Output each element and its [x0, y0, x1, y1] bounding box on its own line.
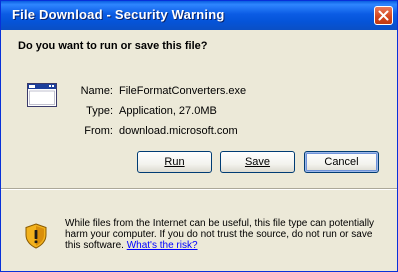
security-warning-text: While files from the Internet can be use…	[65, 218, 389, 251]
save-button[interactable]: Save	[220, 151, 295, 173]
section-divider	[1, 188, 397, 190]
warning-message: While files from the Internet can be use…	[65, 218, 375, 251]
application-window-icon	[27, 83, 57, 107]
run-button[interactable]: Run	[137, 151, 212, 173]
type-label: Type:	[86, 105, 113, 117]
cancel-button[interactable]: Cancel	[304, 151, 379, 173]
type-value: Application, 27.0MB	[119, 105, 217, 117]
window-title: File Download - Security Warning	[12, 7, 225, 22]
title-bar[interactable]: File Download - Security Warning	[1, 1, 397, 30]
file-download-dialog: File Download - Security Warning Do you …	[0, 0, 398, 272]
name-label: Name:	[80, 85, 113, 97]
close-icon	[378, 10, 389, 21]
from-value: download.microsoft.com	[119, 125, 238, 137]
close-button[interactable]	[374, 6, 393, 25]
dialog-question: Do you want to run or save this file?	[18, 40, 208, 52]
whats-the-risk-link[interactable]: What's the risk?	[127, 240, 198, 251]
from-label: From:	[84, 125, 113, 137]
shield-warning-icon	[25, 223, 47, 249]
name-value: FileFormatConverters.exe	[119, 85, 247, 97]
